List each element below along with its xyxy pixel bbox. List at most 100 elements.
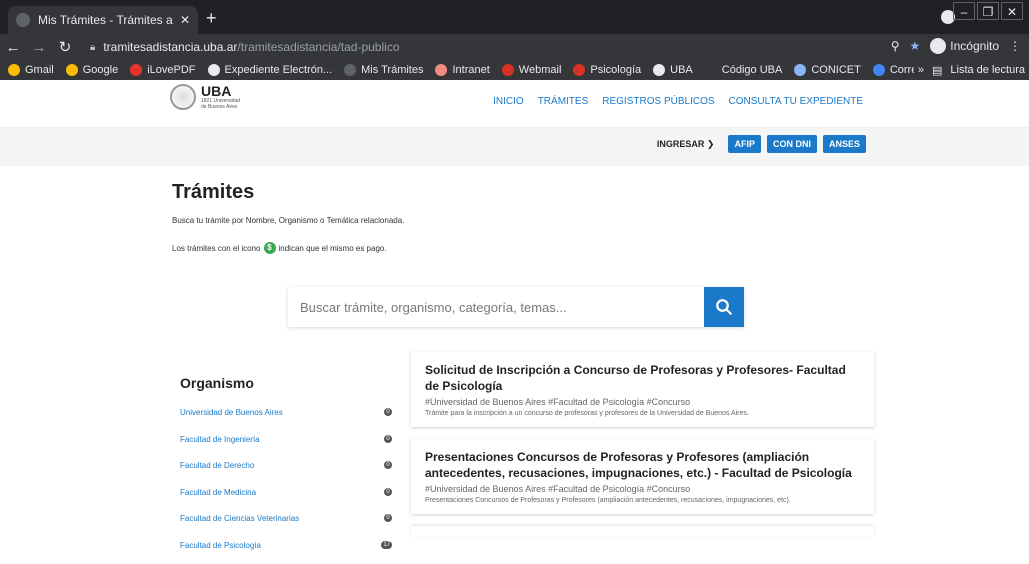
- tab-title: Mis Trámites - Trámites a Distanc: [38, 13, 174, 27]
- logo-sub-2: de Buenos Aires: [201, 104, 240, 110]
- bookmark-star-icon[interactable]: ★: [910, 39, 921, 53]
- restore-icon[interactable]: ❐: [977, 2, 999, 20]
- menu-icon[interactable]: ⋮: [1009, 39, 1021, 53]
- result-tags: #Universidad de Buenos Aires #Facultad d…: [425, 397, 860, 407]
- bookmark-icon: [573, 64, 585, 76]
- paid-dollar-icon: $: [264, 242, 276, 254]
- browser-tab[interactable]: Mis Trámites - Trámites a Distanc ✕: [8, 6, 198, 34]
- bookmark-label: Gmail: [25, 64, 54, 76]
- bookmark-label: Código UBA: [722, 64, 783, 76]
- browser-toolbar: ← → ↻ 🔒︎ tramitesadistancia.uba.ar/trami…: [0, 34, 1029, 60]
- ingresar-label: INGRESAR ❯: [657, 139, 715, 150]
- organismo-count-badge: 0: [384, 461, 392, 469]
- reload-icon[interactable]: ↻: [52, 38, 78, 56]
- bookmarks-overflow-icon[interactable]: »: [918, 64, 924, 76]
- result-title[interactable]: Presentaciones Concursos de Profesoras y…: [425, 449, 860, 481]
- url-path: /tramitesadistancia/tad-publico: [237, 40, 399, 54]
- organismo-count-badge: 0: [384, 435, 392, 443]
- reading-list-label[interactable]: Lista de lectura: [950, 64, 1025, 76]
- bookmark-item[interactable]: CONICET: [794, 64, 861, 76]
- url-host: tramitesadistancia.uba.ar: [103, 40, 237, 54]
- paid-note-before: Los trámites con el icono: [172, 244, 261, 253]
- bookmark-icon: [344, 64, 356, 76]
- organismo-count-badge: 0: [384, 408, 392, 416]
- nav-inicio[interactable]: INICIO: [493, 96, 524, 107]
- bookmark-item[interactable]: UBA: [653, 64, 693, 76]
- minimize-icon[interactable]: –: [953, 2, 975, 20]
- anses-button[interactable]: ANSES: [823, 135, 866, 153]
- organismo-item[interactable]: Facultad de Psicología 17: [180, 538, 392, 564]
- organismo-label: Facultad de Ingeniería: [180, 435, 260, 444]
- organismo-label: Facultad de Ciencias Veterinarias: [180, 514, 299, 523]
- uba-logo[interactable]: UBA 1821 Universidad de Buenos Aires: [170, 84, 240, 110]
- bookmark-icon: [705, 64, 717, 76]
- result-card[interactable]: Presentaciones Concursos de Profesoras y…: [411, 439, 874, 514]
- bookmark-item[interactable]: Gmail: [8, 64, 54, 76]
- bookmark-icon: [435, 64, 447, 76]
- nav-registros-publicos[interactable]: REGISTROS PÚBLICOS: [602, 96, 714, 107]
- nav-consulta-expediente[interactable]: CONSULTA TU EXPEDIENTE: [729, 96, 863, 107]
- result-card[interactable]: Solicitud de Inscripción a Concurso de P…: [411, 352, 874, 427]
- paid-note: Los trámites con el icono $ indican que …: [172, 242, 872, 254]
- organismo-item[interactable]: Facultad de Medicina 0: [180, 485, 392, 512]
- bookmarks-right: » ▤ Lista de lectura: [914, 60, 1029, 80]
- bookmark-label: UBA: [670, 64, 693, 76]
- logo-text: UBA: [201, 84, 240, 98]
- incognito-badge[interactable]: Incógnito: [930, 38, 999, 54]
- result-description: Presentaciones Concursos de Profesoras y…: [425, 497, 860, 504]
- search-input[interactable]: [288, 287, 704, 327]
- paid-note-after: indican que el mismo es pago.: [279, 244, 387, 253]
- bookmark-icon: [873, 64, 885, 76]
- bookmark-item[interactable]: Expediente Electrón...: [208, 64, 333, 76]
- bookmark-label: Google: [83, 64, 118, 76]
- bookmark-label: Intranet: [452, 64, 489, 76]
- organismo-count-badge: 17: [381, 541, 392, 549]
- reading-list-icon[interactable]: ▤: [932, 64, 942, 77]
- login-group: INGRESAR ❯ AFIP CON DNI ANSES: [657, 135, 866, 153]
- bookmark-icon: [653, 64, 665, 76]
- results-list: Solicitud de Inscripción a Concurso de P…: [411, 352, 874, 536]
- site-header: UBA 1821 Universidad de Buenos Aires INI…: [0, 80, 1029, 128]
- bookmark-label: Expediente Electrón...: [225, 64, 333, 76]
- search-button[interactable]: [704, 287, 744, 327]
- bookmark-item[interactable]: Mis Trámites: [344, 64, 423, 76]
- bookmark-item[interactable]: Psicología: [573, 64, 641, 76]
- zoom-icon[interactable]: ⚲: [891, 39, 900, 53]
- organismo-list: Universidad de Buenos Aires0Facultad de …: [180, 405, 392, 564]
- organismo-label: Facultad de Medicina: [180, 488, 256, 497]
- toolbar-right: ⚲ ★ Incógnito ⋮: [891, 38, 1021, 54]
- organismo-item[interactable]: Facultad de Derecho0: [180, 458, 392, 485]
- bookmark-item[interactable]: Webmail: [502, 64, 562, 76]
- address-bar[interactable]: 🔒︎ tramitesadistancia.uba.ar/tramitesadi…: [90, 36, 940, 58]
- tab-favicon-icon: [16, 13, 30, 27]
- main-nav: INICIO TRÁMITES REGISTROS PÚBLICOS CONSU…: [493, 96, 863, 107]
- bookmark-icon: [66, 64, 78, 76]
- tab-strip: Mis Trámites - Trámites a Distanc ✕ + – …: [0, 0, 1029, 34]
- organismo-item[interactable]: Facultad de Ingeniería 0: [180, 432, 392, 459]
- bookmark-item[interactable]: Intranet: [435, 64, 489, 76]
- organismo-count-badge: 0: [384, 488, 392, 496]
- close-window-icon[interactable]: ✕: [1001, 2, 1023, 20]
- organismo-item[interactable]: Facultad de Ciencias Veterinarias0: [180, 511, 392, 538]
- window-controls: – ❐ ✕: [953, 2, 1023, 20]
- bookmark-label: Webmail: [519, 64, 562, 76]
- new-tab-icon[interactable]: +: [206, 8, 217, 29]
- afip-button[interactable]: AFIP: [728, 135, 761, 153]
- bookmark-item[interactable]: Código UBA: [705, 64, 783, 76]
- bookmark-item[interactable]: iLovePDF: [130, 64, 195, 76]
- incognito-label: Incógnito: [950, 39, 999, 53]
- result-title[interactable]: Solicitud de Inscripción a Concurso de P…: [425, 362, 860, 394]
- back-icon[interactable]: ←: [0, 39, 26, 56]
- organismo-label: Facultad de Psicología: [180, 541, 261, 550]
- result-tags: #Universidad de Buenos Aires #Facultad d…: [425, 484, 860, 494]
- forward-icon[interactable]: →: [26, 39, 52, 56]
- bookmarks-bar: Gmail Google iLovePDF Expediente Electrón..…: [0, 60, 1029, 80]
- con-dni-button[interactable]: CON DNI: [767, 135, 817, 153]
- result-description: Trámite para la inscripción a un concurs…: [425, 410, 860, 417]
- uba-seal-icon: [170, 84, 196, 110]
- nav-tramites[interactable]: TRÁMITES: [538, 96, 589, 107]
- organismo-item[interactable]: Universidad de Buenos Aires0: [180, 405, 392, 432]
- bookmark-item[interactable]: Google: [66, 64, 118, 76]
- intro: Trámites Busca tu trámite por Nombre, Or…: [172, 181, 872, 254]
- tab-close-icon[interactable]: ✕: [180, 13, 190, 27]
